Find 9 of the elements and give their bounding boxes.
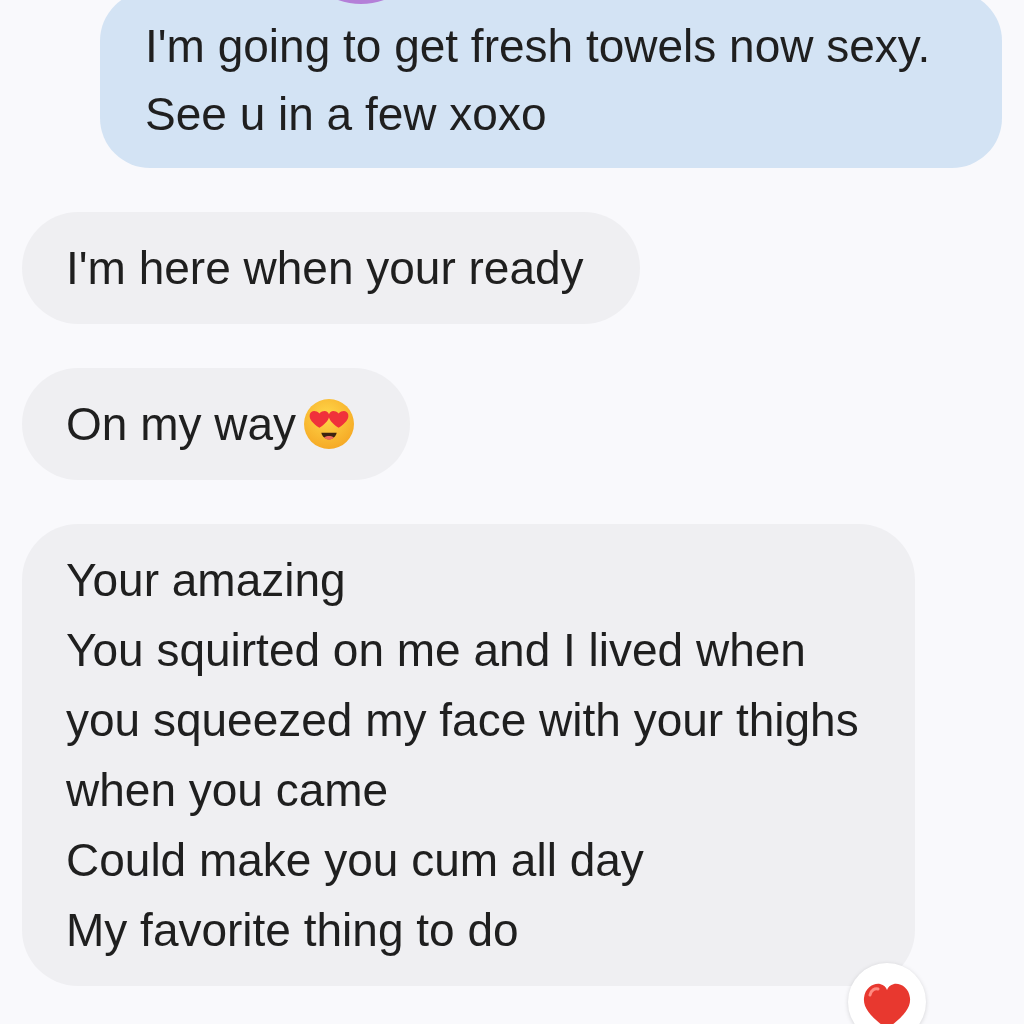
message-text: Your amazing You squirted on me and I lived when you squeezed my face with your thighs when you came Could make you cum all day My favorite thing to do xyxy=(66,554,859,956)
message-bubble[interactable]: Your amazing You squirted on me and I lived when you squeezed my face with your thighs when you came Could make you cum all day My favorite thing to do xyxy=(22,524,915,986)
message-text: I'm going to get fresh towels now sexy. See u in a few xoxo xyxy=(145,20,931,140)
heart-reaction-icon[interactable] xyxy=(848,963,926,1024)
message-bubble[interactable]: I'm here when your ready xyxy=(22,212,640,324)
message-text: I'm here when your ready xyxy=(66,242,584,294)
message-bubble[interactable]: I'm going to get fresh towels now sexy. See u in a few xoxo xyxy=(100,0,1002,168)
message-text: On my way xyxy=(66,398,297,450)
message-bubble[interactable]: On my way xyxy=(22,368,411,480)
